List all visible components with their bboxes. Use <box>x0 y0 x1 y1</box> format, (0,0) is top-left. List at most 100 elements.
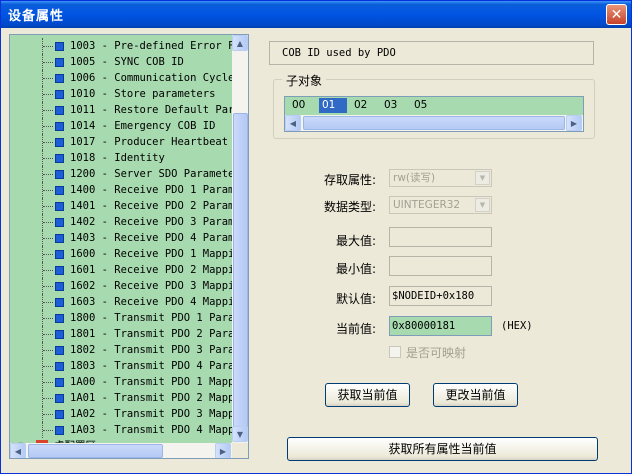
tree-guide-branch <box>43 238 53 239</box>
object-node-icon <box>55 138 64 147</box>
tree-item-label: 1A00 - Transmit PDO 1 Mappi <box>70 376 232 388</box>
scroll-left-arrow-icon[interactable]: ◀ <box>285 115 301 131</box>
window-title: 设备属性 <box>8 9 65 24</box>
tree-item[interactable]: 1601 - Receive PDO 2 Mappin <box>10 262 232 278</box>
object-node-icon <box>55 202 64 211</box>
tree-item-label: 1403 - Receive PDO 4 Parame <box>70 232 232 244</box>
tree-item[interactable]: 1A03 - Transmit PDO 4 Mappi <box>10 422 232 438</box>
subobject-item[interactable]: 05 <box>411 98 430 113</box>
get-current-value-button[interactable]: 获取当前值 <box>325 383 410 407</box>
tree-guide-branch <box>43 174 53 175</box>
tree-item[interactable]: 1402 - Receive PDO 3 Parame <box>10 214 232 230</box>
datatype-label: 数据类型: <box>323 200 376 214</box>
tree-item[interactable]: 1014 - Emergency COB ID <box>10 118 232 134</box>
device-properties-window: 设备属性 ✕ 1003 - Pre-defined Error Fi 1005 -… <box>0 0 632 474</box>
scroll-down-arrow-icon[interactable]: ▼ <box>232 426 248 442</box>
tree-item-label: 1400 - Receive PDO 1 Parame <box>70 184 232 196</box>
current-value-input[interactable]: 0x80000181 <box>389 316 492 336</box>
tree-guide-branch <box>43 430 53 431</box>
tree-item[interactable]: 1018 - Identity <box>10 150 232 166</box>
object-node-icon <box>55 266 64 275</box>
chevron-down-icon: ▼ <box>475 171 490 185</box>
tree-item[interactable]: 1006 - Communication Cycle <box>10 70 232 86</box>
default-label: 默认值: <box>335 292 376 306</box>
tree-item[interactable]: 1017 - Producer Heartbeat T <box>10 134 232 150</box>
tree-item-label: 1803 - Transmit PDO 4 Param <box>70 360 232 372</box>
tree-guide-branch <box>43 190 53 191</box>
tree-item-label: 1A01 - Transmit PDO 2 Mappi <box>70 392 232 404</box>
subobject-item[interactable]: 02 <box>351 98 370 113</box>
scroll-left-arrow-icon[interactable]: ◀ <box>10 443 26 458</box>
tree-guide-branch <box>43 270 53 271</box>
subobject-scroll-thumb[interactable] <box>303 116 565 130</box>
scroll-right-arrow-icon[interactable]: ▶ <box>215 443 231 458</box>
tree-item-label: 1014 - Emergency COB ID <box>70 120 216 132</box>
tree-vertical-scrollbar[interactable]: ▲ ▼ <box>232 35 248 443</box>
object-tree[interactable]: 1003 - Pre-defined Error Fi 1005 - SYNC C… <box>9 34 249 459</box>
tree-item[interactable]: 1801 - Transmit PDO 2 Param <box>10 326 232 342</box>
max-field <box>389 227 492 247</box>
object-node-icon <box>55 154 64 163</box>
tree-guide-branch <box>43 142 53 143</box>
tree-item[interactable]: 1602 - Receive PDO 3 Mappin <box>10 278 232 294</box>
chevron-down-icon: ▼ <box>475 198 490 212</box>
subobject-item[interactable]: 01 <box>319 98 347 113</box>
tree-guide-branch <box>43 126 53 127</box>
change-current-value-button[interactable]: 更改当前值 <box>433 383 518 407</box>
tree-guide-branch <box>43 78 53 79</box>
tree-item[interactable]: 1010 - Store parameters <box>10 86 232 102</box>
tree-guide-branch <box>43 318 53 319</box>
subobject-item[interactable]: 00 <box>289 98 308 113</box>
min-label: 最小值: <box>335 262 376 276</box>
min-field <box>389 256 492 276</box>
tree-item[interactable]: 1005 - SYNC COB ID <box>10 54 232 70</box>
get-all-properties-button[interactable]: 获取所有属性当前值 <box>287 437 598 461</box>
tree-item[interactable]: 1200 - Server SDO Parameter <box>10 166 232 182</box>
object-node-icon <box>55 330 64 339</box>
tree-item[interactable]: 1803 - Transmit PDO 4 Param <box>10 358 232 374</box>
tree-horizontal-scrollbar[interactable]: ◀ ▶ <box>10 443 232 458</box>
tree-guide-branch <box>43 302 53 303</box>
tree-scroll-thumb[interactable] <box>233 113 248 431</box>
current-label: 当前值: <box>335 322 376 336</box>
tree-item[interactable]: 1800 - Transmit PDO 1 Param <box>10 310 232 326</box>
scroll-up-arrow-icon[interactable]: ▲ <box>232 35 248 51</box>
tree-guide-branch <box>43 286 53 287</box>
object-node-icon <box>55 426 64 435</box>
tree-item[interactable]: 1A01 - Transmit PDO 2 Mappi <box>10 390 232 406</box>
tree-item[interactable]: 1401 - Receive PDO 2 Parame <box>10 198 232 214</box>
tree-item-label: 1602 - Receive PDO 3 Mappin <box>70 280 232 292</box>
tree-item[interactable]: 1600 - Receive PDO 1 Mappin <box>10 246 232 262</box>
object-node-icon <box>55 234 64 243</box>
object-node-icon <box>55 282 64 291</box>
object-node-icon <box>55 346 64 355</box>
subobject-list[interactable]: 00 01 02 03 05 ◀ ▶ <box>284 96 584 132</box>
object-node-icon <box>55 410 64 419</box>
object-tree-list[interactable]: 1003 - Pre-defined Error Fi 1005 - SYNC C… <box>10 35 232 443</box>
tree-guide-branch <box>43 350 53 351</box>
tree-item-label: 1600 - Receive PDO 1 Mappin <box>70 248 232 260</box>
close-button[interactable]: ✕ <box>606 4 627 25</box>
subobject-scrollbar[interactable]: ◀ ▶ <box>285 115 583 131</box>
tree-item[interactable]: 1A00 - Transmit PDO 1 Mappi <box>10 374 232 390</box>
subobject-items[interactable]: 00 01 02 03 05 <box>285 97 583 115</box>
tree-item[interactable]: 1011 - Restore Default Para <box>10 102 232 118</box>
mappable-checkbox <box>389 346 401 358</box>
tree-item-label: 1017 - Producer Heartbeat T <box>70 136 232 148</box>
tree-item[interactable]: 1603 - Receive PDO 4 Mappin <box>10 294 232 310</box>
subobject-item[interactable]: 03 <box>381 98 400 113</box>
tree-item-label: 1A02 - Transmit PDO 3 Mappi <box>70 408 232 420</box>
tree-item[interactable]: 1802 - Transmit PDO 3 Param <box>10 342 232 358</box>
tree-guide-branch <box>43 46 53 47</box>
tree-item[interactable]: 1A02 - Transmit PDO 3 Mappi <box>10 406 232 422</box>
tree-item-label: 1800 - Transmit PDO 1 Param <box>70 312 232 324</box>
title-bar[interactable]: 设备属性 ✕ <box>1 1 631 28</box>
tree-item[interactable]: 1003 - Pre-defined Error Fi <box>10 38 232 54</box>
tree-item[interactable]: 1403 - Receive PDO 4 Parame <box>10 230 232 246</box>
tree-hscroll-thumb[interactable] <box>28 444 163 458</box>
tree-item[interactable]: 1400 - Receive PDO 1 Parame <box>10 182 232 198</box>
tree-item-label: 1A03 - Transmit PDO 4 Mappi <box>70 424 232 436</box>
tree-item-label: 1005 - SYNC COB ID <box>70 56 184 68</box>
subobject-group-label: 子对象 <box>282 72 327 89</box>
scroll-right-arrow-icon[interactable]: ▶ <box>566 115 582 131</box>
